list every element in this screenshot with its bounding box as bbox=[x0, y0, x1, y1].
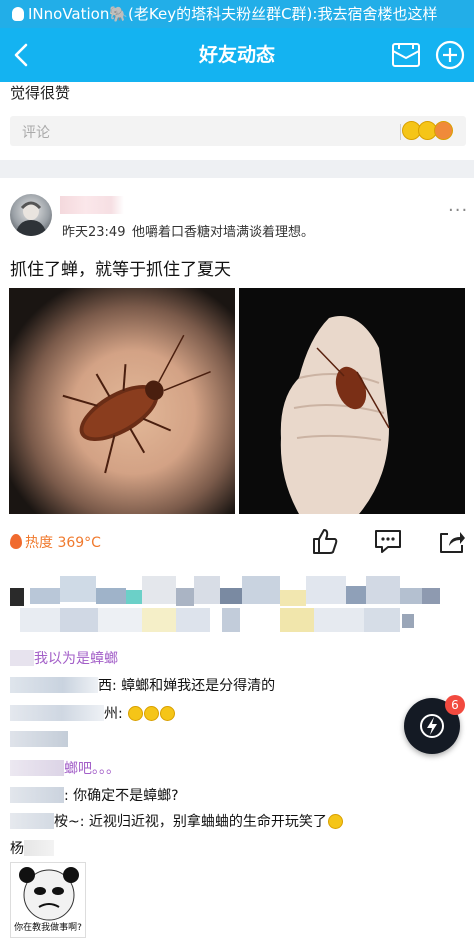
commenter-name-blurred[interactable] bbox=[10, 705, 104, 721]
commenter-name-blurred[interactable] bbox=[10, 813, 54, 829]
notification-text[interactable]: INnoVation🐘(老Key的塔科夫粉丝群C群):我去宿舍楼也这样 bbox=[28, 5, 437, 23]
commenter-name-blurred[interactable] bbox=[10, 677, 98, 693]
avatar-figure-icon bbox=[15, 201, 47, 236]
share-icon[interactable] bbox=[438, 528, 466, 554]
comment-text: ~: 近视归近视，别拿蛐蛐的生命开玩笑了 bbox=[68, 814, 327, 830]
laugh-cry-emoji-icon bbox=[160, 706, 176, 721]
comment-text: 螂吧。。。 bbox=[64, 761, 120, 777]
comment-text: : 蟑螂和婵我还是分得清的 bbox=[112, 678, 276, 694]
commenter-name-blurred[interactable] bbox=[10, 650, 34, 666]
divider bbox=[400, 124, 401, 140]
hand-holding-cockroach-icon bbox=[280, 316, 390, 514]
comment-item[interactable]: : 你确定不是蟑螂? bbox=[10, 785, 179, 805]
laugh-cry-emoji-icon bbox=[128, 706, 144, 721]
author-name-blurred[interactable] bbox=[60, 196, 124, 214]
comment-item[interactable]: 西: 蟑螂和婵我还是分得清的 bbox=[10, 675, 275, 695]
sticker-image[interactable]: 你在教我做事啊? bbox=[10, 862, 86, 938]
commenter-name-visible[interactable]: 州 bbox=[104, 706, 118, 722]
more-options-icon[interactable]: ··· bbox=[448, 200, 468, 221]
commenter-name-visible[interactable]: 桉 bbox=[54, 814, 68, 830]
comment-placeholder: 评论 bbox=[22, 125, 50, 141]
status-bar: INnoVation🐘(老Key的塔科夫粉丝群C群):我去宿舍楼也这样 bbox=[0, 0, 474, 28]
comment-item[interactable]: 杨 bbox=[10, 838, 54, 858]
post-photo-2[interactable] bbox=[239, 288, 465, 514]
comment-text: : bbox=[118, 706, 128, 722]
likers-list-blurred[interactable] bbox=[10, 570, 466, 634]
nav-bar: 好友动态 bbox=[0, 28, 474, 82]
feed-separator bbox=[0, 160, 474, 178]
commenter-name-blurred[interactable] bbox=[10, 760, 64, 776]
emoji-angry-icon[interactable] bbox=[434, 121, 453, 140]
heat-text: 热度 369°C bbox=[25, 535, 101, 551]
sticker-caption: 你在教我做事啊? bbox=[14, 923, 82, 933]
comment-item[interactable]: 桉~: 近视归近视，别拿蛐蛐的生命开玩笑了 bbox=[10, 811, 343, 831]
comment-item[interactable] bbox=[10, 731, 68, 748]
comment-item[interactable]: 螂吧。。。 bbox=[10, 758, 120, 778]
comment-bubble-icon[interactable] bbox=[374, 528, 402, 554]
add-icon[interactable] bbox=[435, 40, 465, 70]
like-thumb-icon[interactable] bbox=[311, 527, 339, 555]
comment-text: : 你确定不是蟑螂? bbox=[64, 788, 179, 804]
commenter-name-blurred[interactable] bbox=[10, 731, 68, 747]
post-time: 昨天23:49 bbox=[62, 225, 126, 240]
comment-text: 我以为是蟑螂 bbox=[34, 651, 118, 667]
comment-item[interactable]: 州: bbox=[10, 703, 176, 723]
panda-meme-icon bbox=[19, 867, 79, 921]
cockroach-on-arm-icon bbox=[62, 334, 211, 474]
commenter-name-blurred[interactable] bbox=[24, 840, 54, 856]
mail-icon[interactable] bbox=[391, 41, 421, 69]
post-photo-1[interactable] bbox=[9, 288, 235, 514]
post-text: 抓住了蝉，就等于抓住了夏天 bbox=[10, 260, 231, 280]
previous-post-text: 觉得很赞 bbox=[10, 84, 71, 102]
notification-badge: 6 bbox=[445, 695, 465, 715]
commenter-name-visible[interactable]: 杨 bbox=[10, 841, 24, 857]
comment-input[interactable]: 评论 bbox=[10, 116, 466, 146]
heat-indicator: 热度 369°C bbox=[10, 532, 101, 552]
comment-item[interactable]: 我以为是蟑螂 bbox=[10, 648, 118, 668]
avatar[interactable] bbox=[10, 194, 52, 236]
flame-icon bbox=[10, 534, 22, 549]
author-status: 他嚼着口香糖对墙满谈着理想。 bbox=[132, 225, 315, 240]
commenter-name-visible[interactable]: 西 bbox=[98, 678, 112, 694]
commenter-name-blurred[interactable] bbox=[10, 787, 64, 803]
qq-icon bbox=[12, 7, 24, 21]
laugh-cry-emoji-icon bbox=[327, 814, 343, 829]
laugh-cry-emoji-icon bbox=[144, 706, 160, 721]
